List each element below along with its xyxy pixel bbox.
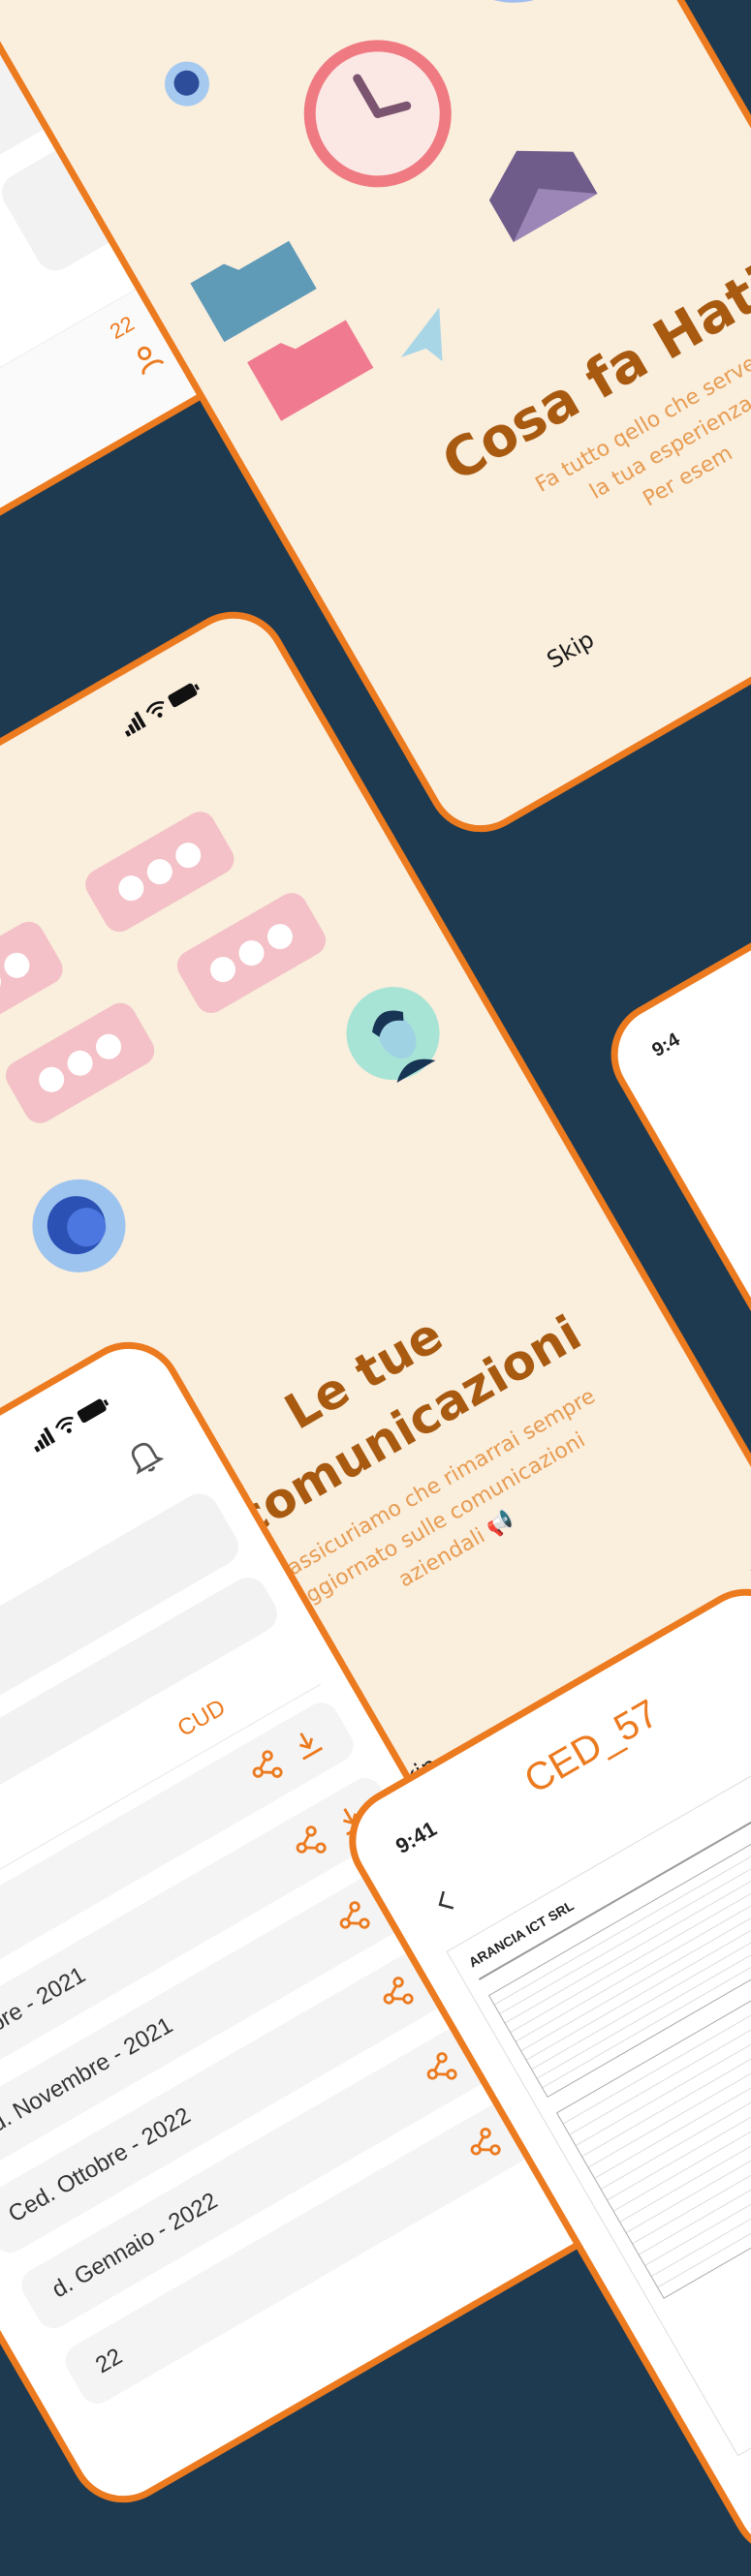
signal-icon <box>33 1426 56 1454</box>
chat-bubble-illustration <box>172 887 331 1019</box>
envelope-illustration <box>488 150 598 243</box>
status-time: 9:4 <box>648 1028 684 1062</box>
user-icon[interactable] <box>125 336 170 381</box>
avatar-illustration <box>165 61 210 107</box>
paper-plane-illustration <box>400 307 443 362</box>
share-icon[interactable] <box>286 1822 330 1866</box>
share-icon[interactable] <box>242 1746 287 1791</box>
skip-button[interactable]: Skip <box>543 626 599 674</box>
donut-chart-illustration <box>434 0 594 3</box>
status-time: 9:41 <box>391 1816 441 1859</box>
share-icon[interactable] <box>460 2123 505 2167</box>
share-icon[interactable] <box>373 1972 418 2016</box>
wifi-icon <box>145 701 165 718</box>
chat-bubble-illustration <box>0 997 161 1129</box>
tab-cud[interactable]: CUD <box>173 1695 231 1743</box>
chevron-left-icon[interactable] <box>425 1882 465 1921</box>
tab-label: 22 <box>105 311 139 345</box>
chat-bubble-illustration <box>79 806 240 937</box>
clock-illustration <box>303 40 452 188</box>
signal-icon <box>124 711 146 738</box>
next-button[interactable]: N <box>746 1559 751 1591</box>
document-label: 22 <box>91 2343 127 2379</box>
status-icons <box>119 678 205 740</box>
viewer-title: CED_57 <box>516 1691 666 1802</box>
bell-icon[interactable] <box>117 1429 171 1483</box>
avatar-man-illustration <box>346 987 440 1084</box>
battery-icon <box>168 683 200 708</box>
chat-bubble-illustration <box>0 916 69 1048</box>
status-icons <box>28 1394 114 1456</box>
battery-icon <box>77 1398 110 1424</box>
wifi-icon <box>54 1417 74 1433</box>
avatar-woman-illustration <box>32 1179 126 1273</box>
download-icon[interactable] <box>285 1722 329 1766</box>
share-icon[interactable] <box>329 1897 374 1942</box>
document-preview[interactable]: ARANCIA ICT SRL <box>446 1728 751 2457</box>
share-icon[interactable] <box>417 2047 461 2092</box>
